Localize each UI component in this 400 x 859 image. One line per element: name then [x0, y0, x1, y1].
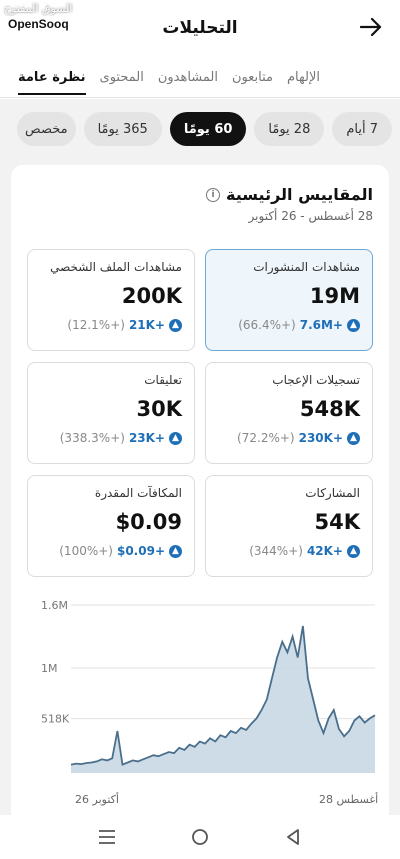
metric-post-views[interactable]: مشاهدات المنشورات 19M (66.4%+) 7.6M+ ▲: [205, 249, 373, 351]
series-area: [71, 626, 375, 773]
metric-value: 19M: [309, 284, 360, 308]
y-tick-label: 518K: [41, 713, 70, 726]
key-metrics-card: المقاييس الرئيسية i 28 أغسطس - 26 أكتوبر…: [11, 165, 389, 825]
menu-button[interactable]: [92, 822, 122, 852]
metric-label: المكافآت المقدرة: [94, 486, 182, 500]
metric-label: مشاهدات المنشورات: [253, 260, 360, 274]
section-title-text: المقاييس الرئيسية: [226, 185, 373, 204]
info-icon[interactable]: i: [206, 187, 221, 202]
arrow-up-icon: ▲: [169, 431, 182, 445]
period-custom[interactable]: مخصص: [17, 112, 76, 146]
metric-delta: 42K+: [306, 544, 343, 558]
metric-value: 200K: [121, 284, 182, 308]
back-button[interactable]: [356, 12, 386, 42]
metric-profile-views[interactable]: مشاهدات الملف الشخصي 200K (12.1%+) 21K+ …: [27, 249, 195, 351]
y-tick-label: 1.6M: [41, 599, 68, 612]
metric-change: (344%+) 42K+ ▲: [218, 544, 360, 558]
watermark-brand: OpenSooq: [4, 16, 73, 32]
tab-followers[interactable]: متابعون: [232, 62, 273, 93]
metric-pct: (344%+): [249, 544, 303, 558]
metric-label: تعليقات: [144, 373, 182, 387]
system-back-button[interactable]: [278, 822, 308, 852]
metric-delta: 7.6M+: [299, 318, 343, 332]
metric-label: تسجيلات الإعجاب: [272, 373, 360, 387]
arrow-up-icon: ▲: [347, 431, 360, 445]
y-tick-label: 1M: [41, 662, 58, 675]
system-navbar: [0, 815, 400, 859]
page-title: التحليلات: [162, 18, 238, 38]
metric-pct: (72.2%+): [237, 431, 295, 445]
date-range: 28 أغسطس - 26 أكتوبر: [248, 209, 373, 223]
x-tick-label: 26 أكتوبر: [75, 792, 119, 806]
metric-label: المشاركات: [305, 486, 360, 500]
period-365-days[interactable]: 365 يومًا: [83, 112, 162, 146]
tab-viewers[interactable]: المشاهدون: [158, 62, 218, 93]
tab-overview[interactable]: نظرة عامة: [18, 62, 86, 95]
tab-content[interactable]: المحتوى: [100, 62, 144, 93]
period-7-days[interactable]: 7 أيام: [332, 112, 392, 146]
metric-change: (12.1%+) 21K+ ▲: [40, 318, 182, 332]
home-button[interactable]: [185, 822, 215, 852]
period-28-days[interactable]: 28 يومًا: [254, 112, 325, 146]
post-views-chart: 518K 1M 1.6M 26 أكتوبر 28 أغسطس: [41, 599, 378, 806]
watermark-arabic: السوق المفتوح: [4, 2, 73, 15]
arrow-up-icon: ▲: [169, 544, 182, 558]
home-circle-icon: [192, 829, 208, 845]
opensooq-watermark: السوق المفتوح OpenSooq: [4, 2, 73, 32]
metric-comments[interactable]: تعليقات 30K (338.3%+) 23K+ ▲: [27, 362, 195, 464]
metric-pct: (338.3%+): [59, 431, 125, 445]
metric-delta: 21K+: [128, 318, 165, 332]
metric-pct: (66.4%+): [238, 318, 296, 332]
metric-estimated-rewards[interactable]: المكافآت المقدرة $0.09 (100%+) $0.09+ ▲: [27, 475, 195, 577]
arrow-up-icon: ▲: [169, 318, 182, 332]
back-triangle-icon: [287, 829, 300, 845]
metric-change: (100%+) $0.09+ ▲: [40, 544, 182, 558]
metric-delta: 23K+: [128, 431, 165, 445]
metric-label: مشاهدات الملف الشخصي: [50, 260, 182, 274]
metric-value: 548K: [299, 397, 360, 421]
metric-shares[interactable]: المشاركات 54K (344%+) 42K+ ▲: [205, 475, 373, 577]
period-60-days[interactable]: 60 يومًا: [169, 112, 247, 146]
metric-change: (72.2%+) 230K+ ▲: [218, 431, 360, 445]
metric-likes[interactable]: تسجيلات الإعجاب 548K (72.2%+) 230K+ ▲: [205, 362, 373, 464]
metric-delta: 230K+: [298, 431, 343, 445]
tab-inspiration[interactable]: الإلهام: [287, 62, 320, 93]
x-tick-label: 28 أغسطس: [319, 792, 378, 806]
metric-change: (338.3%+) 23K+ ▲: [40, 431, 182, 445]
arrow-right-icon: [360, 18, 382, 36]
metric-delta: $0.09+: [116, 544, 165, 558]
metric-pct: (12.1%+): [67, 318, 125, 332]
menu-icon: [98, 830, 115, 844]
metric-value: 30K: [136, 397, 183, 421]
section-title: المقاييس الرئيسية i: [206, 185, 373, 204]
metric-change: (66.4%+) 7.6M+ ▲: [218, 318, 360, 332]
metric-value: $0.09: [115, 510, 182, 534]
arrow-up-icon: ▲: [347, 544, 360, 558]
period-selector: 7 أيام 28 يومًا 60 يومًا 365 يومًا مخصص: [0, 112, 400, 148]
analytics-tabs: نظرة عامة المحتوى المشاهدون متابعون الإل…: [0, 58, 400, 98]
arrow-up-icon: ▲: [347, 318, 360, 332]
metric-value: 54K: [314, 510, 361, 534]
metric-pct: (100%+): [59, 544, 113, 558]
